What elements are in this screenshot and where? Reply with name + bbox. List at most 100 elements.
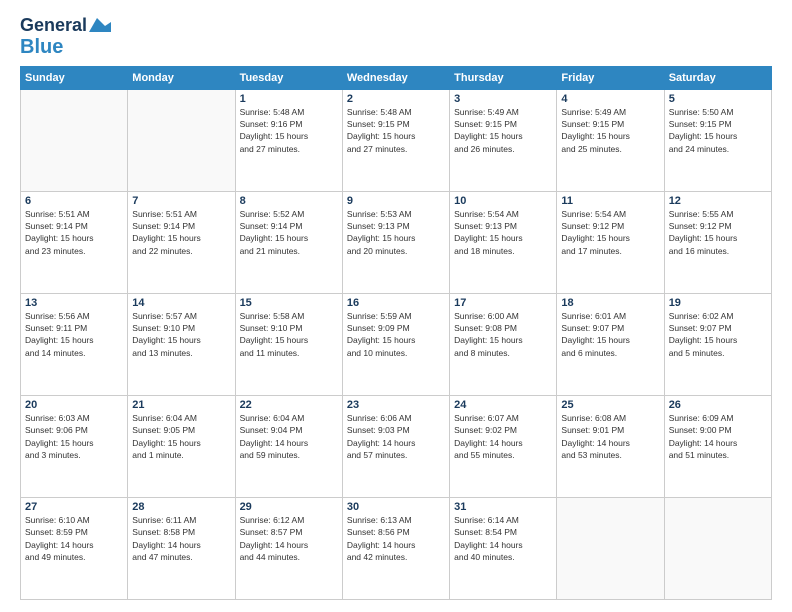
day-number: 3 bbox=[454, 93, 552, 105]
calendar-table: SundayMondayTuesdayWednesdayThursdayFrid… bbox=[20, 66, 772, 600]
day-number: 24 bbox=[454, 399, 552, 411]
calendar-cell: 31Sunrise: 6:14 AM Sunset: 8:54 PM Dayli… bbox=[450, 497, 557, 599]
day-number: 9 bbox=[347, 195, 445, 207]
logo: General Blue bbox=[20, 16, 111, 58]
day-number: 4 bbox=[561, 93, 659, 105]
calendar-cell: 21Sunrise: 6:04 AM Sunset: 9:05 PM Dayli… bbox=[128, 395, 235, 497]
weekday-header: Tuesday bbox=[235, 66, 342, 89]
day-number: 22 bbox=[240, 399, 338, 411]
day-info: Sunrise: 6:09 AM Sunset: 9:00 PM Dayligh… bbox=[669, 412, 767, 461]
calendar-cell: 7Sunrise: 5:51 AM Sunset: 9:14 PM Daylig… bbox=[128, 191, 235, 293]
calendar-cell: 30Sunrise: 6:13 AM Sunset: 8:56 PM Dayli… bbox=[342, 497, 449, 599]
day-info: Sunrise: 5:50 AM Sunset: 9:15 PM Dayligh… bbox=[669, 106, 767, 155]
day-info: Sunrise: 6:06 AM Sunset: 9:03 PM Dayligh… bbox=[347, 412, 445, 461]
calendar-cell: 27Sunrise: 6:10 AM Sunset: 8:59 PM Dayli… bbox=[21, 497, 128, 599]
day-number: 23 bbox=[347, 399, 445, 411]
day-number: 20 bbox=[25, 399, 123, 411]
day-info: Sunrise: 6:04 AM Sunset: 9:04 PM Dayligh… bbox=[240, 412, 338, 461]
calendar-cell: 10Sunrise: 5:54 AM Sunset: 9:13 PM Dayli… bbox=[450, 191, 557, 293]
day-info: Sunrise: 6:14 AM Sunset: 8:54 PM Dayligh… bbox=[454, 514, 552, 563]
logo-general: General bbox=[20, 16, 87, 36]
header: General Blue bbox=[20, 16, 772, 58]
day-number: 16 bbox=[347, 297, 445, 309]
day-number: 11 bbox=[561, 195, 659, 207]
day-number: 31 bbox=[454, 501, 552, 513]
calendar-cell bbox=[664, 497, 771, 599]
day-info: Sunrise: 6:10 AM Sunset: 8:59 PM Dayligh… bbox=[25, 514, 123, 563]
calendar-cell: 6Sunrise: 5:51 AM Sunset: 9:14 PM Daylig… bbox=[21, 191, 128, 293]
day-info: Sunrise: 5:51 AM Sunset: 9:14 PM Dayligh… bbox=[132, 208, 230, 257]
day-info: Sunrise: 6:03 AM Sunset: 9:06 PM Dayligh… bbox=[25, 412, 123, 461]
calendar-cell: 11Sunrise: 5:54 AM Sunset: 9:12 PM Dayli… bbox=[557, 191, 664, 293]
calendar-cell: 12Sunrise: 5:55 AM Sunset: 9:12 PM Dayli… bbox=[664, 191, 771, 293]
calendar-cell: 19Sunrise: 6:02 AM Sunset: 9:07 PM Dayli… bbox=[664, 293, 771, 395]
calendar-cell bbox=[21, 89, 128, 191]
calendar-cell: 16Sunrise: 5:59 AM Sunset: 9:09 PM Dayli… bbox=[342, 293, 449, 395]
calendar-cell: 25Sunrise: 6:08 AM Sunset: 9:01 PM Dayli… bbox=[557, 395, 664, 497]
day-number: 8 bbox=[240, 195, 338, 207]
day-info: Sunrise: 5:58 AM Sunset: 9:10 PM Dayligh… bbox=[240, 310, 338, 359]
day-number: 10 bbox=[454, 195, 552, 207]
calendar-cell: 29Sunrise: 6:12 AM Sunset: 8:57 PM Dayli… bbox=[235, 497, 342, 599]
calendar-cell: 14Sunrise: 5:57 AM Sunset: 9:10 PM Dayli… bbox=[128, 293, 235, 395]
calendar-cell: 23Sunrise: 6:06 AM Sunset: 9:03 PM Dayli… bbox=[342, 395, 449, 497]
calendar-week-row: 13Sunrise: 5:56 AM Sunset: 9:11 PM Dayli… bbox=[21, 293, 772, 395]
day-number: 7 bbox=[132, 195, 230, 207]
day-number: 26 bbox=[669, 399, 767, 411]
day-number: 5 bbox=[669, 93, 767, 105]
day-number: 2 bbox=[347, 93, 445, 105]
day-info: Sunrise: 5:56 AM Sunset: 9:11 PM Dayligh… bbox=[25, 310, 123, 359]
page: General Blue SundayMondayTuesdayWednesda… bbox=[0, 0, 792, 612]
day-number: 27 bbox=[25, 501, 123, 513]
day-number: 17 bbox=[454, 297, 552, 309]
calendar-cell: 22Sunrise: 6:04 AM Sunset: 9:04 PM Dayli… bbox=[235, 395, 342, 497]
day-info: Sunrise: 5:55 AM Sunset: 9:12 PM Dayligh… bbox=[669, 208, 767, 257]
day-info: Sunrise: 6:00 AM Sunset: 9:08 PM Dayligh… bbox=[454, 310, 552, 359]
day-info: Sunrise: 5:49 AM Sunset: 9:15 PM Dayligh… bbox=[561, 106, 659, 155]
day-number: 12 bbox=[669, 195, 767, 207]
day-number: 28 bbox=[132, 501, 230, 513]
day-info: Sunrise: 5:48 AM Sunset: 9:15 PM Dayligh… bbox=[347, 106, 445, 155]
day-info: Sunrise: 5:59 AM Sunset: 9:09 PM Dayligh… bbox=[347, 310, 445, 359]
day-info: Sunrise: 5:54 AM Sunset: 9:12 PM Dayligh… bbox=[561, 208, 659, 257]
calendar-cell: 24Sunrise: 6:07 AM Sunset: 9:02 PM Dayli… bbox=[450, 395, 557, 497]
weekday-header: Wednesday bbox=[342, 66, 449, 89]
calendar-cell: 2Sunrise: 5:48 AM Sunset: 9:15 PM Daylig… bbox=[342, 89, 449, 191]
calendar-week-row: 20Sunrise: 6:03 AM Sunset: 9:06 PM Dayli… bbox=[21, 395, 772, 497]
weekday-header: Saturday bbox=[664, 66, 771, 89]
calendar-cell bbox=[128, 89, 235, 191]
day-info: Sunrise: 6:07 AM Sunset: 9:02 PM Dayligh… bbox=[454, 412, 552, 461]
calendar-week-row: 6Sunrise: 5:51 AM Sunset: 9:14 PM Daylig… bbox=[21, 191, 772, 293]
day-info: Sunrise: 5:52 AM Sunset: 9:14 PM Dayligh… bbox=[240, 208, 338, 257]
day-number: 15 bbox=[240, 297, 338, 309]
day-number: 21 bbox=[132, 399, 230, 411]
calendar-cell: 1Sunrise: 5:48 AM Sunset: 9:16 PM Daylig… bbox=[235, 89, 342, 191]
calendar-cell: 3Sunrise: 5:49 AM Sunset: 9:15 PM Daylig… bbox=[450, 89, 557, 191]
day-number: 13 bbox=[25, 297, 123, 309]
day-number: 25 bbox=[561, 399, 659, 411]
calendar-cell: 28Sunrise: 6:11 AM Sunset: 8:58 PM Dayli… bbox=[128, 497, 235, 599]
calendar-cell: 9Sunrise: 5:53 AM Sunset: 9:13 PM Daylig… bbox=[342, 191, 449, 293]
weekday-header: Sunday bbox=[21, 66, 128, 89]
weekday-header: Friday bbox=[557, 66, 664, 89]
day-info: Sunrise: 5:51 AM Sunset: 9:14 PM Dayligh… bbox=[25, 208, 123, 257]
day-number: 18 bbox=[561, 297, 659, 309]
day-info: Sunrise: 5:48 AM Sunset: 9:16 PM Dayligh… bbox=[240, 106, 338, 155]
calendar-cell: 5Sunrise: 5:50 AM Sunset: 9:15 PM Daylig… bbox=[664, 89, 771, 191]
weekday-header: Monday bbox=[128, 66, 235, 89]
calendar-cell bbox=[557, 497, 664, 599]
logo-icon bbox=[89, 18, 111, 32]
day-info: Sunrise: 6:12 AM Sunset: 8:57 PM Dayligh… bbox=[240, 514, 338, 563]
logo-blue: Blue bbox=[20, 36, 63, 58]
day-info: Sunrise: 6:02 AM Sunset: 9:07 PM Dayligh… bbox=[669, 310, 767, 359]
calendar-cell: 26Sunrise: 6:09 AM Sunset: 9:00 PM Dayli… bbox=[664, 395, 771, 497]
day-info: Sunrise: 5:53 AM Sunset: 9:13 PM Dayligh… bbox=[347, 208, 445, 257]
calendar-week-row: 1Sunrise: 5:48 AM Sunset: 9:16 PM Daylig… bbox=[21, 89, 772, 191]
calendar-cell: 8Sunrise: 5:52 AM Sunset: 9:14 PM Daylig… bbox=[235, 191, 342, 293]
day-info: Sunrise: 6:13 AM Sunset: 8:56 PM Dayligh… bbox=[347, 514, 445, 563]
day-number: 6 bbox=[25, 195, 123, 207]
day-info: Sunrise: 5:57 AM Sunset: 9:10 PM Dayligh… bbox=[132, 310, 230, 359]
day-info: Sunrise: 6:01 AM Sunset: 9:07 PM Dayligh… bbox=[561, 310, 659, 359]
calendar-cell: 4Sunrise: 5:49 AM Sunset: 9:15 PM Daylig… bbox=[557, 89, 664, 191]
weekday-header: Thursday bbox=[450, 66, 557, 89]
